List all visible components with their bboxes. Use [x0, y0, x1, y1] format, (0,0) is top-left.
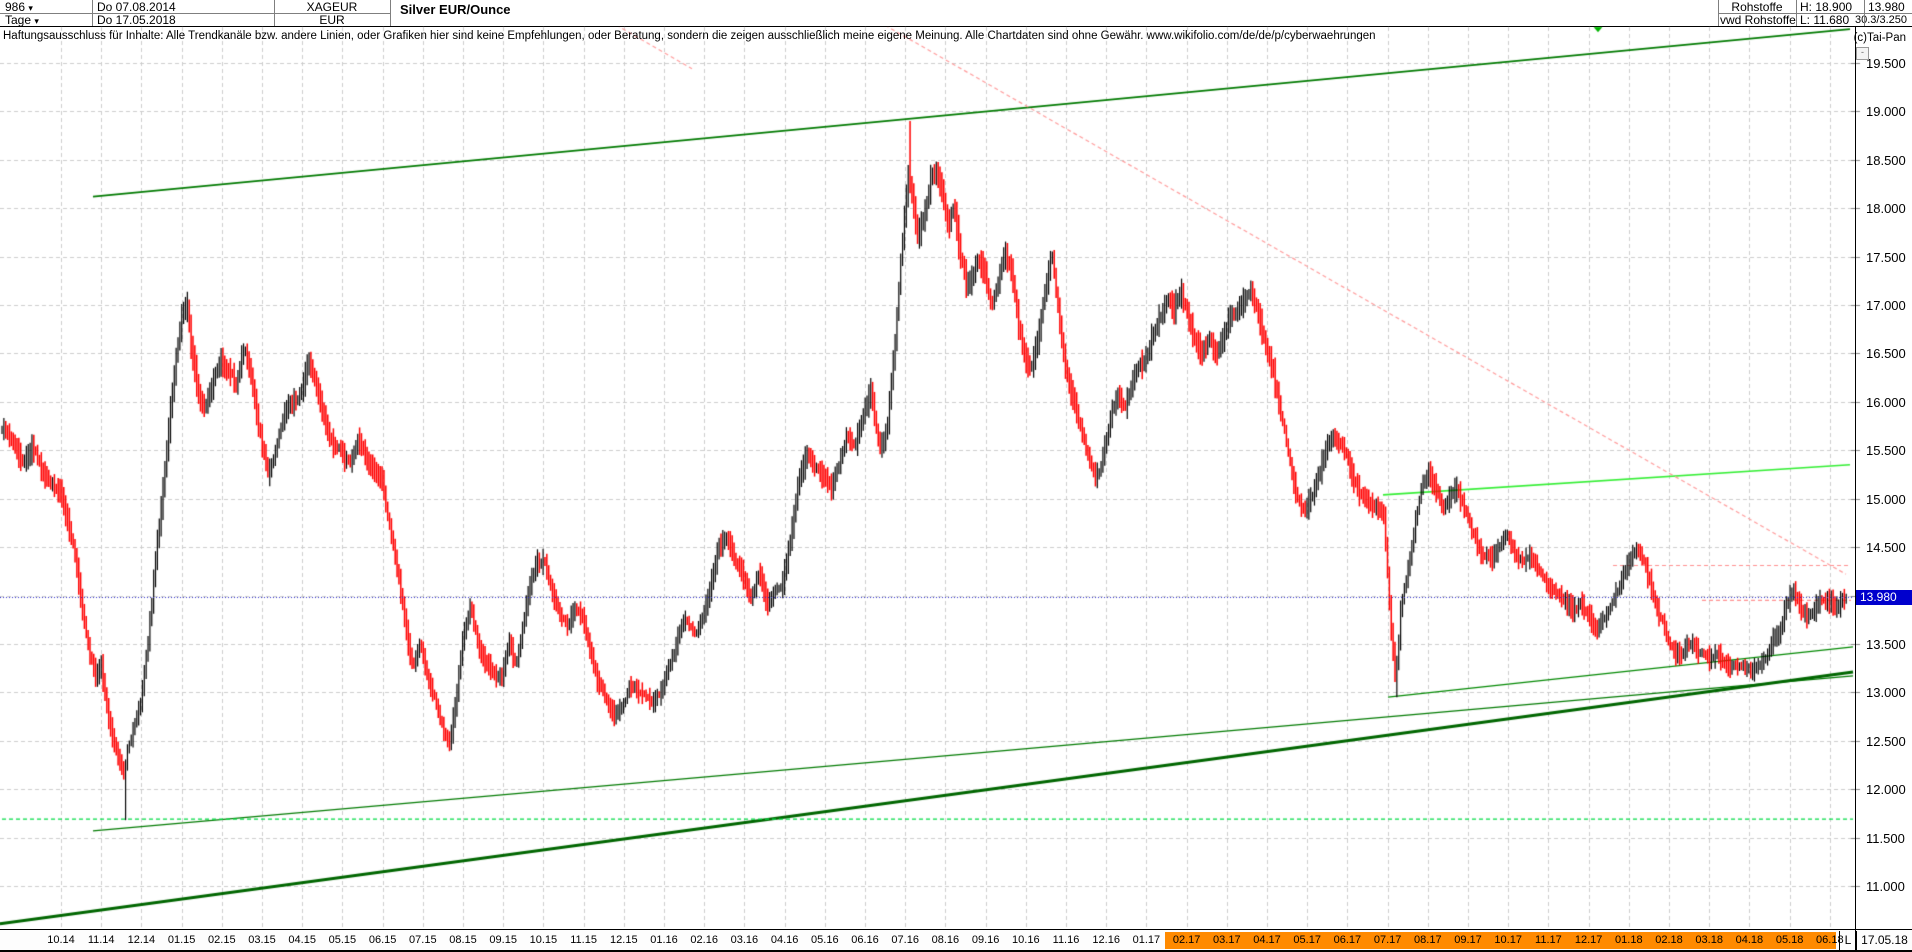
y-axis-label: 12.000 [1866, 782, 1906, 798]
y-axis-label: 15.500 [1866, 443, 1906, 459]
last-price-tag: 13.980 [1856, 590, 1912, 606]
y-axis-label: 19.500 [1866, 56, 1906, 71]
x-axis-label: 01.18 [1615, 934, 1643, 946]
x-axis-label: 10.15 [529, 934, 558, 946]
x-axis-label: 02.15 [208, 934, 236, 946]
x-axis-label: 10.16 [1012, 934, 1040, 946]
y-axis-label: 13.000 [1866, 685, 1906, 701]
x-axis-label: 02.17 [1172, 934, 1201, 946]
x-axis-label: 12.16 [1092, 934, 1120, 946]
plot-bottom-border [0, 929, 1912, 930]
x-axis-label: 07.15 [409, 934, 437, 946]
y-axis-label: 11.000 [1866, 879, 1905, 894]
x-axis-label: 01.16 [650, 934, 678, 946]
y-axis-label: 17.500 [1866, 249, 1906, 265]
x-axis-label: 06.15 [368, 934, 397, 946]
x-axis-label: 02.16 [690, 934, 718, 946]
y-axis-label: 13.500 [1866, 636, 1906, 652]
collapse-axis-button[interactable]: - [1856, 47, 1869, 60]
x-axis-label: 03.16 [730, 934, 759, 946]
x-axis-label: 11.15 [570, 934, 597, 946]
copyright-label: (c)Tai-Pan [1853, 32, 1906, 44]
x-axis-label: 04.16 [770, 934, 799, 946]
y-axis-label: 16.000 [1866, 394, 1906, 410]
x-axis-label: 09.16 [971, 934, 1000, 946]
x-axis-label: 07.16 [891, 934, 919, 946]
y-axis-label: 11.500 [1866, 830, 1905, 846]
x-axis-label: 12.17 [1574, 934, 1603, 946]
x-axis-label: 03.18 [1695, 934, 1723, 946]
x-axis-label: 06.16 [851, 934, 879, 946]
tai-pan-chart-window: 986 ▾ Tage ▾ Do 07.08.2014 Do 17.05.2018… [0, 0, 1912, 952]
y-axis-label: 18.500 [1866, 152, 1906, 168]
y-axis-label: 17.000 [1866, 298, 1906, 314]
x-axis-label: 08.17 [1414, 934, 1442, 946]
y-axis-label: 16.500 [1866, 346, 1906, 362]
price-chart-canvas[interactable] [0, 0, 1912, 952]
x-axis-label: 03.17 [1213, 934, 1241, 946]
y-axis-line [1855, 27, 1856, 950]
x-axis-label: 04.15 [288, 934, 316, 946]
y-axis-label: 14.500 [1866, 540, 1906, 556]
scale-toggle-button[interactable]: L [1839, 931, 1857, 950]
disclaimer-text: Haftungsausschluss für Inhalte: Alle Tre… [3, 30, 1376, 42]
last-date-label: 17.05.18 [1861, 933, 1908, 947]
x-axis-label: 02.18 [1655, 934, 1683, 946]
x-axis-label: 05.16 [811, 934, 839, 946]
x-axis-label: 11.16 [1052, 934, 1080, 946]
x-axis-label: 09.15 [489, 934, 517, 946]
x-axis-label: 06.17 [1333, 934, 1362, 946]
x-axis-label: 11.14 [87, 934, 115, 946]
x-axis-label: 01.17 [1132, 934, 1161, 946]
x-axis-label: 10.17 [1494, 934, 1522, 946]
y-axis-label: 18.000 [1866, 201, 1906, 217]
x-axis-label: 01.15 [167, 934, 196, 946]
x-axis-label: 08.16 [931, 934, 960, 946]
x-axis-label: 03.15 [248, 934, 276, 946]
y-axis-label: 12.500 [1866, 733, 1906, 749]
x-axis-label: 05.17 [1293, 934, 1321, 946]
x-axis-label: 04.18 [1735, 934, 1764, 946]
x-axis-label: 10.14 [47, 934, 75, 946]
y-axis-label: 19.000 [1866, 104, 1906, 120]
x-axis-label: 07.17 [1373, 934, 1402, 946]
x-axis-label: 12.14 [127, 934, 156, 946]
x-axis-label: 11.17 [1535, 934, 1562, 946]
x-axis-label: 12.15 [610, 934, 638, 946]
y-axis-label: 15.000 [1866, 491, 1906, 507]
x-axis-label: 09.17 [1454, 934, 1482, 946]
x-axis-label: 05.18 [1775, 934, 1804, 946]
x-axis-label: 05.15 [328, 934, 357, 946]
x-axis-label: 04.17 [1253, 934, 1281, 946]
x-axis-label: 08.15 [449, 934, 477, 946]
